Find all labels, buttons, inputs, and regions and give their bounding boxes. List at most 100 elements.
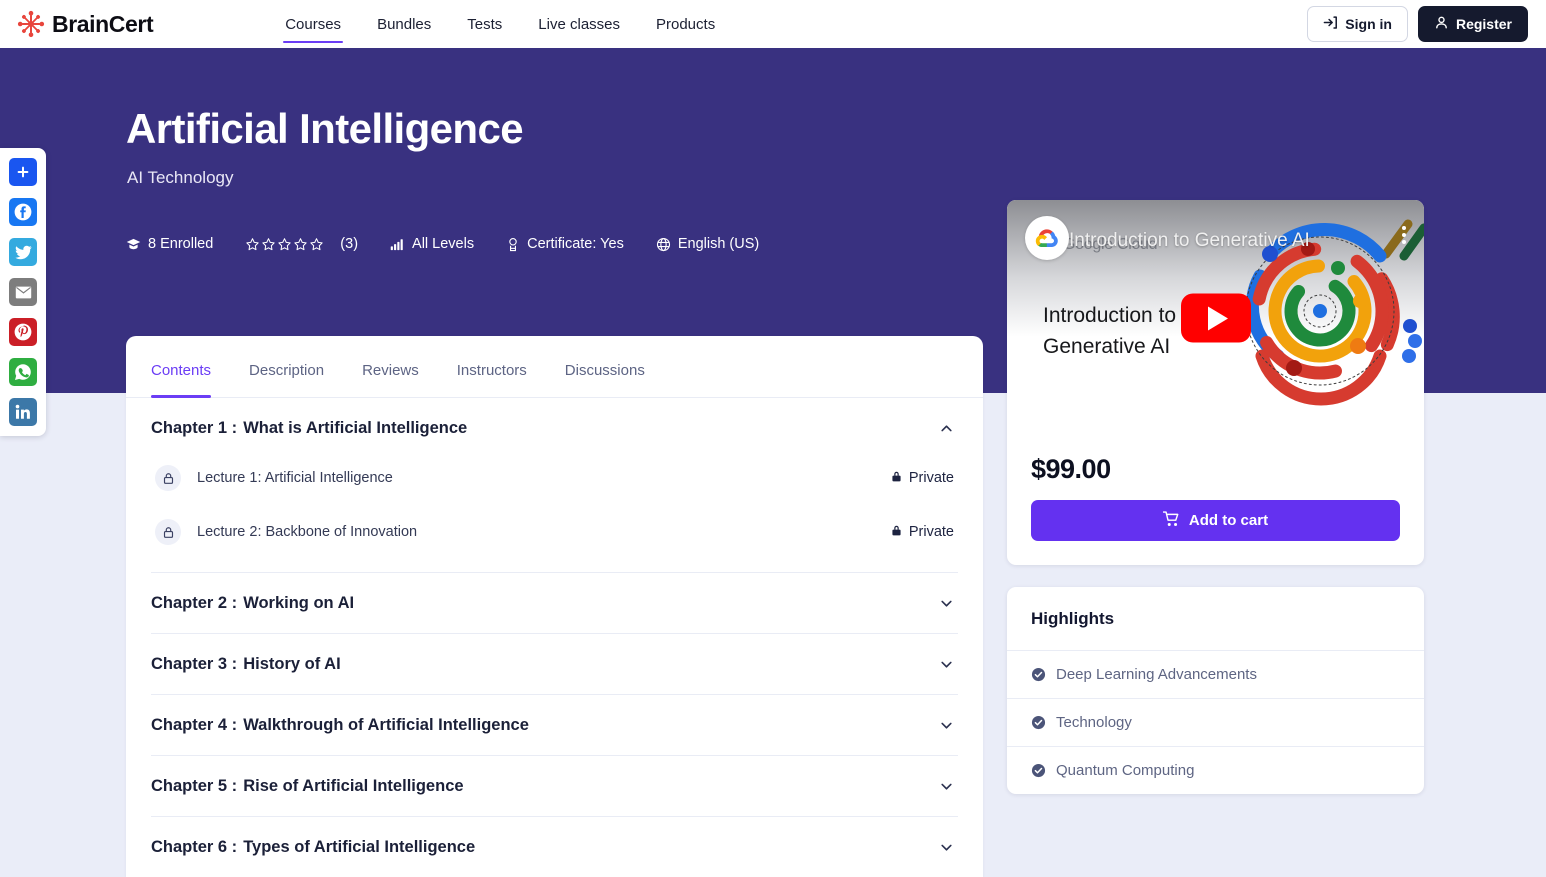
top-navigation-bar: BrainCert Courses Bundles Tests Live cla… xyxy=(0,0,1546,48)
chevron-down-icon[interactable] xyxy=(939,779,954,794)
chapter-number: Chapter 2 : xyxy=(151,594,237,613)
share-whatsapp-button[interactable] xyxy=(9,358,37,386)
chapter-header-5[interactable]: Chapter 5 : Rise of Artificial Intellige… xyxy=(151,756,958,816)
chapter-number: Chapter 3 : xyxy=(151,655,237,674)
tab-description[interactable]: Description xyxy=(230,362,343,397)
course-tabs: Contents Description Reviews Instructors… xyxy=(126,336,983,398)
highlights-card: Highlights Deep Learning Advancements Te… xyxy=(1007,587,1424,794)
lock-icon xyxy=(155,519,181,545)
lecture-row[interactable]: Lecture 2: Backbone of Innovation Privat… xyxy=(151,512,958,552)
envelope-icon xyxy=(15,286,32,299)
share-twitter-button[interactable] xyxy=(9,238,37,266)
chapter-header-2[interactable]: Chapter 2 : Working on AI xyxy=(151,573,958,633)
highlight-label: Quantum Computing xyxy=(1056,762,1194,779)
register-button[interactable]: Register xyxy=(1418,6,1528,42)
nav-item-live-classes[interactable]: Live classes xyxy=(520,0,638,48)
lecture-row[interactable]: Lecture 1: Artificial Intelligence Priva… xyxy=(151,458,958,498)
rating-stars xyxy=(245,237,324,252)
chapter-list: Chapter 1 : What is Artificial Intellige… xyxy=(126,398,983,877)
linkedin-icon xyxy=(15,404,31,420)
chapter-header-1[interactable]: Chapter 1 : What is Artificial Intellige… xyxy=(151,398,958,458)
share-linkedin-button[interactable] xyxy=(9,398,37,426)
thumbnail-heading-line1: Introduction to xyxy=(1043,300,1176,331)
lock-icon xyxy=(155,465,181,491)
chapter-header-3[interactable]: Chapter 3 : History of AI xyxy=(151,634,958,694)
chapter-number: Chapter 4 : xyxy=(151,716,237,735)
nav-item-tests[interactable]: Tests xyxy=(449,0,520,48)
course-sidebar: Google Cloud Introduction to Generative … xyxy=(1007,200,1424,794)
highlight-label: Technology xyxy=(1056,714,1132,731)
chapter-header-6[interactable]: Chapter 6 : Types of Artificial Intellig… xyxy=(151,817,958,877)
add-to-cart-button[interactable]: Add to cart xyxy=(1031,500,1400,541)
globe-icon xyxy=(656,237,671,252)
chevron-up-icon[interactable] xyxy=(939,421,954,436)
chapter-title: Working on AI xyxy=(243,594,354,613)
chapter-block-1: Chapter 1 : What is Artificial Intellige… xyxy=(151,398,958,572)
user-icon xyxy=(1434,15,1449,33)
chevron-down-icon[interactable] xyxy=(939,718,954,733)
kebab-menu-icon[interactable] xyxy=(1402,226,1406,244)
meta-certificate: Certificate: Yes xyxy=(506,236,624,252)
chapter-title: Types of Artificial Intelligence xyxy=(243,838,475,857)
lecture-spacer xyxy=(151,498,958,512)
chapter-number: Chapter 6 : xyxy=(151,838,237,857)
chapter-header-4[interactable]: Chapter 4 : Walkthrough of Artificial In… xyxy=(151,695,958,755)
lecture-visibility: Private xyxy=(890,470,954,487)
brand-logo[interactable]: BrainCert xyxy=(16,9,153,39)
tab-instructors[interactable]: Instructors xyxy=(438,362,546,397)
page-title: Artificial Intelligence xyxy=(126,105,523,153)
chapter-block-2: Chapter 2 : Working on AI xyxy=(151,572,958,633)
chapter-bottom-spacer xyxy=(151,552,958,572)
video-player[interactable]: Google Cloud Introduction to Generative … xyxy=(1007,200,1424,436)
level-label: All Levels xyxy=(412,236,474,252)
share-button[interactable] xyxy=(9,158,37,186)
thumbnail-heading: Introduction to Generative AI xyxy=(1043,300,1176,362)
share-email-button[interactable] xyxy=(9,278,37,306)
tab-reviews[interactable]: Reviews xyxy=(343,362,438,397)
chevron-down-icon[interactable] xyxy=(939,657,954,672)
chapter-block-5: Chapter 5 : Rise of Artificial Intellige… xyxy=(151,755,958,816)
highlight-item: Quantum Computing xyxy=(1007,747,1424,794)
tab-discussions[interactable]: Discussions xyxy=(546,362,664,397)
youtube-play-icon[interactable] xyxy=(1181,294,1251,343)
lecture-title: Lecture 2: Backbone of Innovation xyxy=(197,524,417,540)
nav-item-courses[interactable]: Courses xyxy=(267,0,359,48)
course-price: $99.00 xyxy=(1031,454,1400,485)
lecture-title: Lecture 1: Artificial Intelligence xyxy=(197,470,393,486)
share-facebook-button[interactable] xyxy=(9,198,37,226)
nav-actions: Sign in Register xyxy=(1307,6,1528,42)
share-pinterest-button[interactable] xyxy=(9,318,37,346)
lock-icon xyxy=(890,470,903,487)
twitter-bird-icon xyxy=(15,245,32,260)
chevron-down-icon[interactable] xyxy=(939,596,954,611)
course-preview-card: Google Cloud Introduction to Generative … xyxy=(1007,200,1424,565)
lecture-visibility: Private xyxy=(890,524,954,541)
meta-level: All Levels xyxy=(390,236,474,252)
highlights-title: Highlights xyxy=(1007,587,1424,651)
lecture-visibility-label: Private xyxy=(909,470,954,486)
chapter-title: What is Artificial Intelligence xyxy=(243,419,467,438)
meta-enrolled: 8 Enrolled xyxy=(126,236,213,252)
chevron-down-icon[interactable] xyxy=(939,840,954,855)
sign-in-button[interactable]: Sign in xyxy=(1307,6,1408,42)
meta-rating: (3) xyxy=(245,236,358,252)
highlight-item: Technology xyxy=(1007,699,1424,747)
nav-item-products[interactable]: Products xyxy=(638,0,733,48)
chapter-title: Walkthrough of Artificial Intelligence xyxy=(243,716,529,735)
lecture-visibility-label: Private xyxy=(909,524,954,540)
plus-icon xyxy=(15,164,31,180)
shopping-cart-icon xyxy=(1163,511,1180,531)
social-share-rail xyxy=(0,148,46,436)
tab-contents[interactable]: Contents xyxy=(132,362,230,397)
enrolled-count: 8 Enrolled xyxy=(148,236,213,252)
nav-item-bundles[interactable]: Bundles xyxy=(359,0,449,48)
chapter-block-6: Chapter 6 : Types of Artificial Intellig… xyxy=(151,816,958,877)
highlight-label: Deep Learning Advancements xyxy=(1056,666,1257,683)
braincert-flake-icon xyxy=(16,9,46,39)
signal-bars-icon xyxy=(390,237,405,252)
pinterest-icon xyxy=(14,323,32,341)
thumbnail-heading-line2: Generative AI xyxy=(1043,331,1176,362)
facebook-icon xyxy=(14,203,32,221)
chapter-number: Chapter 5 : xyxy=(151,777,237,796)
chapter-block-4: Chapter 4 : Walkthrough of Artificial In… xyxy=(151,694,958,755)
